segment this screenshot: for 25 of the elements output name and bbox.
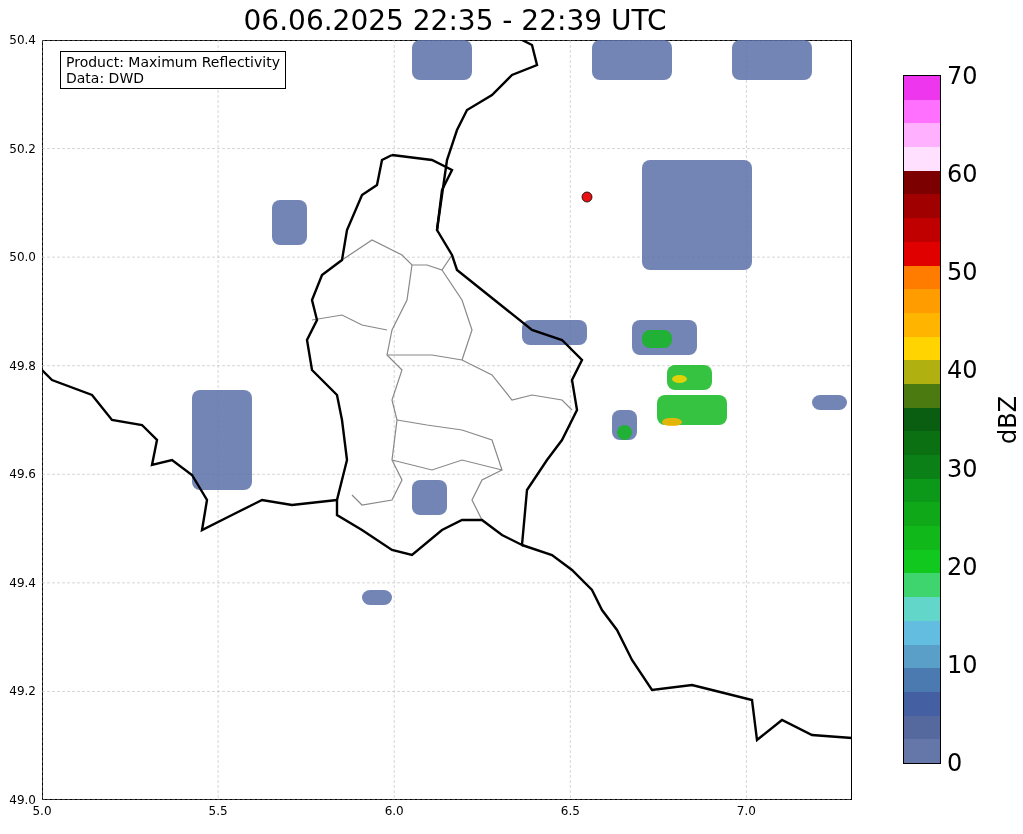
axis-tick-label: 49.8 <box>9 358 36 373</box>
legend-text: Product: Maximum Reflectivity <box>66 54 280 70</box>
axis-tick-label: 7.0 <box>736 804 756 818</box>
axis-tick-label: 49.2 <box>9 684 36 699</box>
colorbar-label: dBZ <box>994 395 1022 444</box>
colorbar-tick-label: 40 <box>947 357 978 384</box>
colorbar-tick-label: 0 <box>947 750 963 776</box>
axis-tick-label: 6.0 <box>384 804 404 818</box>
axis-tick-label: 50.4 <box>9 33 36 47</box>
colorbar-tick-label: 70 <box>947 63 978 89</box>
colorbar-tick-label: 10 <box>947 651 978 678</box>
axis-tick-label: 5.0 <box>32 804 52 818</box>
colorbar-tick-label: 60 <box>947 161 978 188</box>
axis-tick-label: 6.5 <box>560 804 580 818</box>
axis-tick-label: 5.5 <box>208 804 228 818</box>
colorbar-tick-label: 30 <box>947 455 978 482</box>
legend-text: Data: DWD <box>66 70 145 86</box>
axis-tick-label: 49.6 <box>9 467 36 482</box>
axis-tick-label: 50.0 <box>9 250 36 265</box>
axis-tick-label: 49.4 <box>9 575 36 590</box>
colorbar-tick-label: 20 <box>947 553 978 580</box>
colorbar-tick-label: 50 <box>947 259 978 286</box>
axis-tick-label: 49.0 <box>9 793 36 807</box>
axis-tick-label: 50.2 <box>9 141 36 156</box>
chart-title: 06.06.2025 22:35 - 22:39 UTC <box>242 3 668 39</box>
